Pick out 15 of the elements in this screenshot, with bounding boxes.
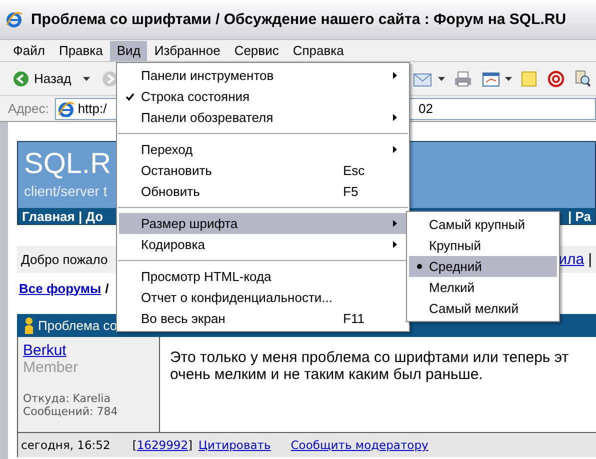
author-location: Откуда: Karelia: [23, 392, 110, 405]
author-role: Member: [23, 359, 78, 376]
address-label: Адрес:: [8, 101, 49, 116]
tagline: client/server t: [24, 183, 108, 199]
welcome-text: Добро пожало: [21, 252, 108, 267]
post-date: сегодня, 16:52: [21, 438, 110, 452]
breadcrumb-separator: /: [105, 280, 109, 296]
message-text: Это только у меня проблема со шрифтами или теперь эт: [170, 349, 570, 366]
site-logo: SQL.R: [24, 147, 112, 182]
author-post-count: Сообщений: 784: [23, 405, 118, 418]
link-separator: |: [588, 251, 592, 268]
window-title: Проблема со шрифтами / Обсуждение нашего сайта : Форум на SQL.RU: [31, 11, 566, 28]
bracket: [: [132, 438, 137, 452]
message-text: очень мелким и не таким каким был раньше.: [170, 366, 484, 383]
bracket: ]: [188, 438, 193, 452]
